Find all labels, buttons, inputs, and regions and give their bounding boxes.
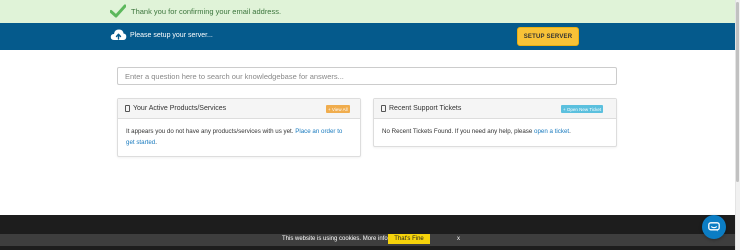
success-alert: Thank you for confirming your email addr… bbox=[0, 0, 735, 23]
chat-icon bbox=[708, 222, 720, 232]
open-new-ticket-button[interactable]: + Open New Ticket bbox=[561, 105, 604, 113]
products-panel-title: Your Active Products/Services bbox=[133, 105, 227, 112]
tickets-panel: Recent Support Tickets + Open New Ticket… bbox=[373, 98, 617, 147]
view-all-button[interactable]: + View All bbox=[326, 105, 350, 113]
cloud-upload-icon bbox=[110, 29, 127, 40]
products-panel-body: It appears you do not have any products/… bbox=[118, 119, 360, 148]
cookie-close-button[interactable]: x bbox=[457, 236, 460, 242]
cookie-accept-button[interactable]: That's Fine bbox=[388, 234, 430, 244]
open-ticket-link[interactable]: open a ticket bbox=[534, 128, 569, 135]
cube-icon bbox=[125, 105, 130, 112]
view-all-label: View All bbox=[331, 106, 348, 112]
products-panel: Your Active Products/Services + View All… bbox=[117, 98, 361, 157]
tickets-panel-header: Recent Support Tickets + Open New Ticket bbox=[374, 99, 616, 119]
knowledgebase-search-input[interactable] bbox=[117, 67, 617, 85]
tickets-panel-title: Recent Support Tickets bbox=[389, 105, 462, 112]
check-icon bbox=[110, 4, 126, 18]
open-new-ticket-label: Open New Ticket bbox=[566, 106, 602, 112]
cookie-message-container: This website is using cookies. More info… bbox=[282, 236, 389, 242]
tickets-panel-body: No Recent Tickets Found. If you need any… bbox=[374, 119, 616, 137]
chat-widget-button[interactable] bbox=[702, 215, 726, 239]
setup-banner: Please setup your server... bbox=[0, 23, 735, 50]
products-body-end: . bbox=[155, 139, 157, 146]
cookie-more-info-link[interactable]: More info. bbox=[363, 236, 390, 242]
tickets-body-end: . bbox=[569, 128, 571, 135]
setup-message: Please setup your server... bbox=[130, 32, 213, 39]
products-panel-header: Your Active Products/Services + View All bbox=[118, 99, 360, 119]
comment-icon bbox=[381, 105, 386, 112]
success-message: Thank you for confirming your email addr… bbox=[131, 7, 282, 16]
cookie-message: This website is using cookies. bbox=[282, 236, 362, 242]
products-empty-text: It appears you do not have any products/… bbox=[126, 128, 294, 135]
tickets-empty-text: No Recent Tickets Found. If you need any… bbox=[382, 128, 533, 135]
scrollbar-thumb[interactable] bbox=[736, 2, 739, 182]
setup-server-button[interactable]: SETUP SERVER bbox=[517, 27, 579, 46]
